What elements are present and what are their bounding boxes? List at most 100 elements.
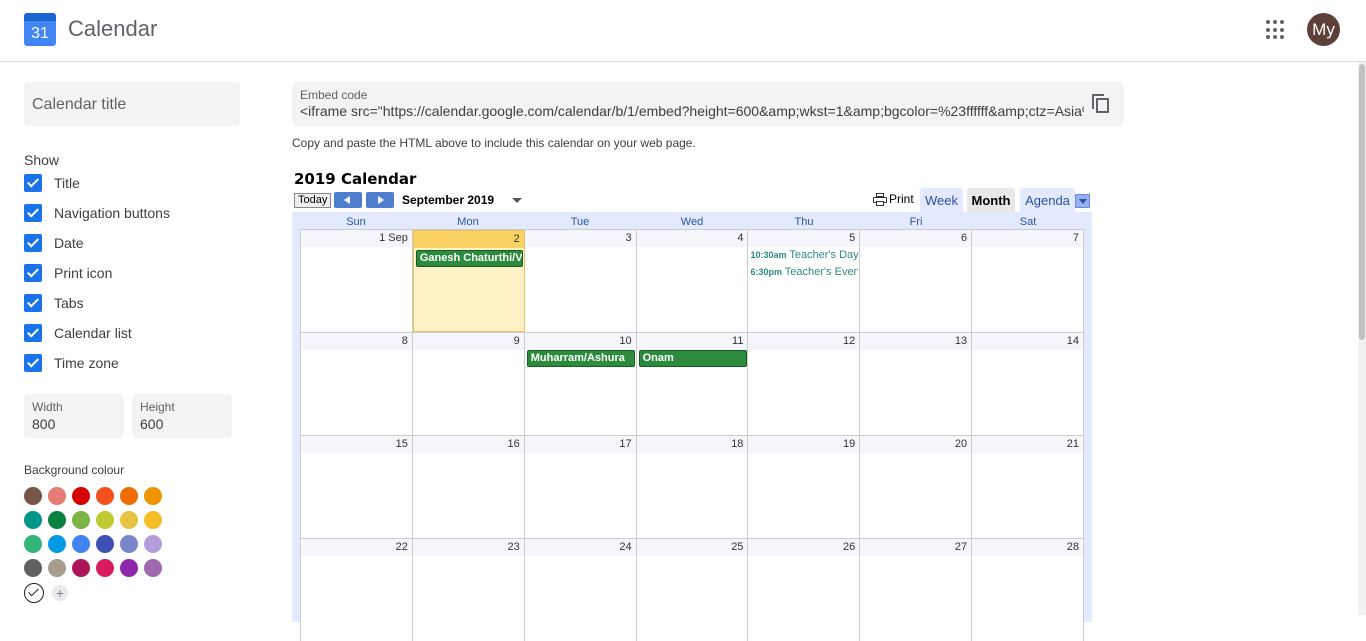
day-cell[interactable]: 28 bbox=[972, 539, 1085, 641]
color-swatch[interactable] bbox=[72, 535, 90, 553]
embed-code-field[interactable]: Embed code <iframe src="https://calendar… bbox=[292, 82, 1124, 126]
color-swatch[interactable] bbox=[144, 511, 162, 529]
tab-month[interactable]: Month bbox=[967, 188, 1015, 212]
day-number[interactable]: 27 bbox=[860, 539, 972, 556]
day-number[interactable]: 28 bbox=[972, 539, 1084, 556]
next-month-button[interactable] bbox=[366, 192, 394, 208]
color-swatch[interactable] bbox=[24, 559, 42, 577]
color-swatch[interactable] bbox=[72, 559, 90, 577]
calendar-logo-icon[interactable]: 31 bbox=[24, 13, 56, 46]
day-number[interactable]: 26 bbox=[748, 539, 860, 556]
day-cell[interactable]: 5 10:30am Teacher's Day 6:30pm Teacher's E… bbox=[748, 230, 861, 332]
show-option-print-icon[interactable]: Print icon bbox=[24, 258, 240, 288]
color-swatch[interactable] bbox=[72, 511, 90, 529]
avatar[interactable]: My bbox=[1307, 13, 1340, 46]
day-number[interactable]: 3 bbox=[524, 230, 636, 247]
day-cell[interactable]: 15 bbox=[301, 436, 413, 538]
copy-icon[interactable] bbox=[1092, 94, 1110, 114]
day-cell[interactable]: 24 bbox=[524, 539, 637, 641]
day-cell[interactable]: 3 bbox=[524, 230, 637, 332]
color-swatch[interactable] bbox=[48, 487, 66, 505]
show-option-date[interactable]: Date bbox=[24, 228, 240, 258]
day-cell[interactable]: 18 bbox=[636, 436, 749, 538]
day-number[interactable]: 11 bbox=[636, 333, 748, 350]
embed-code-value[interactable]: <iframe src="https://calendar.google.com… bbox=[300, 103, 1084, 119]
color-swatch[interactable] bbox=[120, 559, 138, 577]
color-swatch[interactable] bbox=[48, 535, 66, 553]
day-number[interactable]: 14 bbox=[972, 333, 1084, 350]
day-cell[interactable]: 4 bbox=[636, 230, 749, 332]
day-number[interactable]: 22 bbox=[301, 539, 412, 556]
calendar-title-input[interactable]: Calendar title bbox=[24, 82, 240, 126]
day-number[interactable]: 23 bbox=[412, 539, 524, 556]
color-swatch[interactable] bbox=[96, 535, 114, 553]
show-option-calendar-list[interactable]: Calendar list bbox=[24, 318, 240, 348]
day-cell[interactable]: 6 bbox=[860, 230, 973, 332]
event-onam[interactable]: Onam bbox=[638, 350, 747, 367]
day-cell[interactable]: 11 Onam bbox=[636, 333, 749, 435]
show-option-title[interactable]: Title bbox=[24, 168, 240, 198]
day-number[interactable]: 18 bbox=[636, 436, 748, 453]
day-cell[interactable]: 7 bbox=[972, 230, 1085, 332]
color-swatch[interactable] bbox=[120, 535, 138, 553]
color-swatch[interactable] bbox=[24, 535, 42, 553]
day-cell[interactable]: 25 bbox=[636, 539, 749, 641]
print-button[interactable]: Print bbox=[873, 192, 914, 206]
selected-white-swatch-icon[interactable] bbox=[24, 583, 44, 603]
day-cell[interactable]: 12 bbox=[748, 333, 861, 435]
color-swatch[interactable] bbox=[96, 511, 114, 529]
day-number[interactable]: 2 bbox=[413, 231, 524, 248]
day-number[interactable]: 6 bbox=[860, 230, 972, 247]
day-number[interactable]: 20 bbox=[860, 436, 972, 453]
day-cell[interactable]: 14 bbox=[972, 333, 1085, 435]
day-cell[interactable]: 10 Muharram/Ashura bbox=[524, 333, 637, 435]
color-swatch[interactable] bbox=[144, 559, 162, 577]
day-number[interactable]: 16 bbox=[412, 436, 524, 453]
day-cell[interactable]: 20 bbox=[860, 436, 973, 538]
day-number[interactable]: 9 bbox=[412, 333, 524, 350]
day-cell[interactable]: 23 bbox=[412, 539, 525, 641]
day-cell[interactable]: 2 Ganesh Chaturthi/Vinayaka Chaturthi bbox=[412, 230, 525, 332]
day-cell[interactable]: 27 bbox=[860, 539, 973, 641]
event-ganesh-chaturthi[interactable]: Ganesh Chaturthi/Vinayaka Chaturthi bbox=[415, 250, 523, 267]
day-cell[interactable]: 8 bbox=[301, 333, 413, 435]
page-scrollbar[interactable] bbox=[1358, 62, 1366, 615]
day-number[interactable]: 21 bbox=[972, 436, 1084, 453]
app-title[interactable]: Calendar bbox=[68, 16, 157, 42]
day-cell[interactable]: 1 Sep bbox=[301, 230, 413, 332]
day-number[interactable]: 24 bbox=[524, 539, 636, 556]
day-cell[interactable]: 13 bbox=[860, 333, 973, 435]
previous-month-button[interactable] bbox=[334, 192, 362, 208]
add-colour-icon[interactable]: + bbox=[52, 585, 68, 601]
color-swatch[interactable] bbox=[24, 487, 42, 505]
today-button[interactable]: Today bbox=[294, 193, 332, 208]
checkbox-checked-icon[interactable] bbox=[24, 294, 42, 312]
color-swatch[interactable] bbox=[120, 511, 138, 529]
day-number[interactable]: 5 bbox=[748, 230, 860, 247]
checkbox-checked-icon[interactable] bbox=[24, 174, 42, 192]
day-number[interactable]: 4 bbox=[636, 230, 748, 247]
height-field[interactable]: Height 600 bbox=[132, 394, 232, 438]
day-cell[interactable]: 19 bbox=[748, 436, 861, 538]
color-swatch[interactable] bbox=[72, 487, 90, 505]
day-number[interactable]: 1 Sep bbox=[301, 230, 412, 247]
color-swatch[interactable] bbox=[144, 487, 162, 505]
day-cell[interactable]: 26 bbox=[748, 539, 861, 641]
color-swatch[interactable] bbox=[48, 559, 66, 577]
show-option-time-zone[interactable]: Time zone bbox=[24, 348, 240, 378]
event-teachers-evening[interactable]: 6:30pm Teacher's Evening bbox=[750, 266, 858, 278]
checkbox-checked-icon[interactable] bbox=[24, 204, 42, 222]
checkbox-checked-icon[interactable] bbox=[24, 324, 42, 342]
day-number[interactable]: 12 bbox=[748, 333, 860, 350]
day-cell[interactable]: 22 bbox=[301, 539, 413, 641]
day-number[interactable]: 17 bbox=[524, 436, 636, 453]
month-dropdown-icon[interactable] bbox=[512, 198, 522, 203]
height-value[interactable]: 600 bbox=[140, 416, 224, 432]
day-number[interactable]: 8 bbox=[301, 333, 412, 350]
apps-grid-icon[interactable] bbox=[1266, 20, 1286, 40]
show-option-tabs[interactable]: Tabs bbox=[24, 288, 240, 318]
color-swatch[interactable] bbox=[96, 487, 114, 505]
tab-agenda[interactable]: Agenda bbox=[1020, 188, 1075, 212]
day-number[interactable]: 19 bbox=[748, 436, 860, 453]
day-cell[interactable]: 16 bbox=[412, 436, 525, 538]
